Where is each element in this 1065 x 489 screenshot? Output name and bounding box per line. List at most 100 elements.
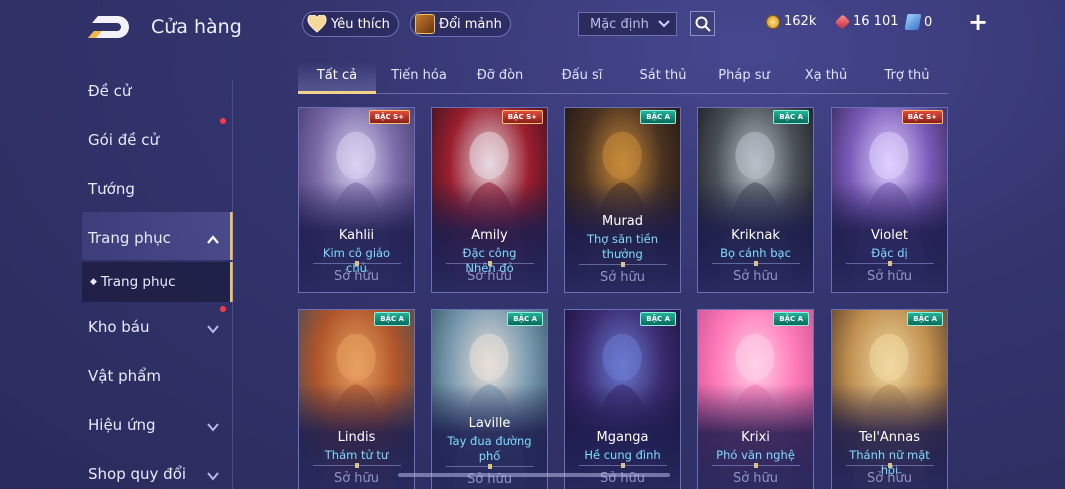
skin-card[interactable]: BẬC A Laville Tay đua đường phố Sở hữu: [431, 309, 548, 489]
tier-badge: BẬC A: [374, 312, 410, 326]
tab-2[interactable]: Đỡ đòn: [477, 68, 524, 83]
tab-6[interactable]: Xạ thủ: [805, 68, 848, 83]
card-divider: [579, 463, 667, 468]
gold-coin-icon: [766, 14, 780, 29]
add-currency-icon[interactable]: +: [968, 8, 988, 36]
card-divider: [846, 463, 934, 468]
skin-name: Bọ cánh bạc: [720, 246, 791, 260]
sidebar-item-4[interactable]: Kho báu: [88, 318, 150, 336]
sidebar-item-1[interactable]: Gói đề cử: [88, 131, 159, 149]
hero-name: Violet: [871, 228, 908, 243]
tab-3[interactable]: Đấu sĩ: [562, 68, 603, 83]
hero-name: Laville: [468, 416, 511, 431]
voucher-card-icon: [904, 14, 922, 30]
sidebar-item-5[interactable]: Vật phẩm: [88, 367, 161, 385]
card-divider: [313, 463, 401, 468]
skin-card[interactable]: BẬC S+ Kahlii Kim cô giáo chủ Sở hữu: [298, 107, 415, 293]
card-divider: [712, 261, 800, 266]
sidebar-item-3[interactable]: Trang phục: [88, 229, 171, 247]
sidebar-item-6[interactable]: Hiệu ứng: [88, 416, 156, 434]
active-tab-indicator: [298, 91, 376, 94]
owned-status: Sở hữu: [599, 270, 646, 285]
chevron-down-icon[interactable]: [207, 470, 219, 482]
skin-card[interactable]: BẬC A Murad Thợ săn tiền thưởng Sở hữu: [564, 107, 681, 293]
card-divider: [446, 464, 534, 469]
notification-dot: [220, 118, 226, 124]
hero-name: Kahlii: [338, 228, 375, 243]
page-title: Cửa hàng: [151, 16, 242, 38]
skin-card[interactable]: BẬC A Krixi Phó văn nghệ Sở hữu: [697, 309, 814, 489]
chevron-down-icon[interactable]: [207, 323, 219, 335]
skin-card[interactable]: BẬC S+ Violet Đặc dị Sở hữu: [831, 107, 948, 293]
skin-name: Đặc dị: [871, 246, 908, 260]
gem-balance: 16 101: [834, 13, 899, 30]
hero-name: Amily: [471, 228, 508, 243]
tab-0[interactable]: Tất cả: [317, 68, 357, 83]
sidebar-subitem-skins[interactable]: ◆ Trang phục: [90, 274, 176, 290]
sidebar-item-label: Hiệu ứng: [88, 416, 156, 434]
skin-card[interactable]: BẬC A Lindis Thám tử tư Sở hữu: [298, 309, 415, 489]
bullet-icon: ◆: [90, 277, 97, 287]
sidebar-item-label: Đề cử: [88, 82, 132, 100]
exchange-fragments-button[interactable]: Đổi mảnh: [410, 11, 511, 37]
card-divider: [846, 261, 934, 266]
skin-card[interactable]: BẬC A Kriknak Bọ cánh bạc Sở hữu: [697, 107, 814, 293]
tier-badge: BẬC A: [640, 110, 676, 124]
voucher-value: 0: [924, 14, 933, 30]
skin-card[interactable]: BẬC S+ Amily Đặc công Nhện đỏ Sở hữu: [431, 107, 548, 293]
skin-name: Tay đua đường phố: [447, 434, 532, 463]
horizontal-scrollbar[interactable]: [398, 473, 670, 477]
tab-1[interactable]: Tiến hóa: [391, 68, 447, 83]
skin-card[interactable]: BẬC A Mganga Hề cung đình Sở hữu: [564, 309, 681, 489]
owned-status: Sở hữu: [866, 269, 913, 284]
tab-7[interactable]: Trợ thủ: [884, 68, 929, 83]
chevron-down-icon[interactable]: [207, 421, 219, 433]
gem-value: 16 101: [853, 14, 899, 29]
tab-4[interactable]: Sát thủ: [639, 68, 686, 83]
exchange-label: Đổi mảnh: [439, 16, 502, 32]
hero-name: Mganga: [596, 430, 649, 445]
tier-badge: BẬC A: [907, 312, 943, 326]
tier-badge: BẬC A: [640, 312, 676, 326]
hero-name: Tel'Annas: [858, 430, 921, 445]
treasure-chest-icon: [415, 14, 435, 34]
search-icon: [695, 16, 711, 32]
favorites-button[interactable]: Yêu thích: [302, 11, 399, 37]
sidebar-item-label: Kho báu: [88, 318, 150, 336]
card-divider: [446, 261, 534, 266]
chevron-up-icon[interactable]: [207, 234, 219, 246]
card-divider: [579, 262, 667, 267]
hero-name: Kriknak: [731, 228, 780, 243]
favorites-label: Yêu thích: [331, 16, 390, 32]
owned-status: Sở hữu: [333, 471, 380, 486]
back-logo-icon[interactable]: [88, 14, 134, 40]
chevron-down-icon: [658, 20, 670, 28]
sidebar-item-2[interactable]: Tướng: [88, 180, 135, 198]
sidebar-item-label: Trang phục: [88, 229, 171, 247]
skin-name: Phó văn nghệ: [716, 448, 795, 462]
skin-name: Thám tử tư: [324, 448, 389, 462]
red-gem-icon: [834, 13, 851, 30]
sidebar-item-0[interactable]: Đề cử: [88, 82, 131, 100]
sidebar-item-7[interactable]: Shop quy đổi: [88, 465, 186, 483]
tier-badge: BẬC A: [773, 110, 809, 124]
skin-card[interactable]: BẬC A Tel'Annas Thánh nữ mặt hội Sở hữu: [831, 309, 948, 489]
sidebar-divider: [232, 80, 233, 489]
card-divider: [712, 463, 800, 468]
tier-badge: BẬC S+: [501, 110, 543, 124]
tier-badge: BẬC A: [507, 312, 543, 326]
sidebar-subitem-label: Trang phục: [100, 274, 176, 290]
sort-select-value: Mặc định: [590, 16, 649, 32]
tier-badge: BẬC S+: [901, 110, 943, 124]
hero-name: Murad: [601, 214, 644, 229]
gold-balance: 162k: [766, 14, 816, 29]
heart-icon: [307, 15, 327, 33]
owned-status: Sở hữu: [732, 269, 779, 284]
search-button[interactable]: [690, 11, 715, 36]
sidebar-item-label: Gói đề cử: [88, 131, 160, 149]
skin-name: Hề cung đình: [584, 448, 661, 462]
category-tabs: Tất cả Tiến hóa Đỡ đòn Đấu sĩ Sát thủ Pháp sư…: [298, 62, 948, 94]
owned-status: Sở hữu: [732, 471, 779, 486]
tab-5[interactable]: Pháp sư: [718, 68, 769, 83]
sort-select[interactable]: Mặc định: [578, 12, 677, 36]
